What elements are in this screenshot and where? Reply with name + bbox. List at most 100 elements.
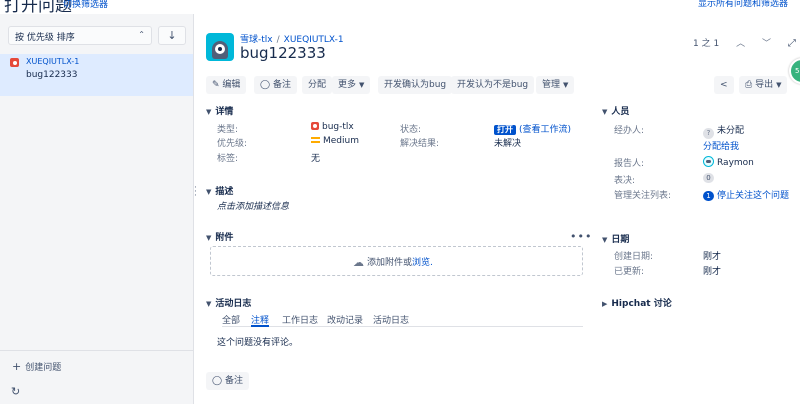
add-comment-button[interactable]: ◯ 备注 [206,372,249,390]
filter-switch-link[interactable]: 切换筛选器 [63,0,108,10]
type-value-text: bug-tlx [322,122,354,132]
sidebar-resize-handle[interactable]: · · · [194,184,197,201]
pager-position: 1 之 1 [693,39,720,49]
chevron-right-icon: ▶ [602,300,608,308]
description-heading: 描述 [215,187,234,197]
sort-controls: 按 优先级 排序 ⌃ ↓ [8,26,188,46]
chevron-down-icon: ▼ [563,81,569,89]
tab-all[interactable]: 全部 [222,313,240,327]
priority-medium-icon [311,137,320,143]
tab-worklog[interactable]: 工作日志 [282,313,318,327]
issue-pager: 1 之 1 ︿ ﹀ ⤢ [693,36,796,49]
chevron-down-icon: ▼ [359,81,365,89]
details-section-toggle[interactable]: ▼ 详情 [206,104,233,117]
browse-link[interactable]: 浏览. [412,258,433,268]
create-issue-button[interactable]: + 创建问题 [12,360,61,373]
created-label: 创建日期: [614,252,654,262]
hipchat-section-toggle[interactable]: ▶ Hipchat 讨论 [602,296,672,309]
dates-section-toggle[interactable]: ▼ 日期 [602,232,629,245]
pencil-icon: ✎ [212,80,223,90]
votes-value[interactable]: 0 [703,173,714,183]
chevron-down-icon[interactable]: ﹀ [762,36,771,49]
avatar: ? [703,128,714,139]
type-label: 类型: [217,125,239,135]
issue-summary: bug122333 [26,70,78,80]
refresh-icon[interactable]: ↻ [11,385,20,398]
priority-value[interactable]: Medium [311,136,359,146]
edit-button-label: 编辑 [222,80,241,90]
plus-icon: + [12,360,22,373]
chevron-up-icon[interactable]: ︿ [736,36,745,49]
share-button[interactable]: < [714,76,734,94]
comment-icon: ◯ [212,376,225,386]
assign-button[interactable]: 分配 [302,76,333,94]
confirm-bug-button[interactable]: 开发确认为bug [378,76,453,94]
dropzone-text: 添加附件或 [367,258,413,268]
resolution-value: 未解决 [494,139,522,149]
side-badge[interactable]: 57 [789,58,800,84]
attachments-section-toggle[interactable]: ▼ 附件 [206,230,233,243]
sort-direction-button[interactable]: ↓ [158,26,186,45]
list-item[interactable]: XUEQIUTLX-1 bug122333 [0,54,193,96]
priority-label: 优先级: [217,139,248,149]
status-value: 打开 (查看工作流) [494,122,571,135]
assignee-text: 未分配 [717,126,745,136]
attachments-menu-button[interactable]: ••• [570,230,592,243]
tags-label: 标签: [217,154,239,164]
watchers-count-badge[interactable]: 1 [703,191,714,201]
chevron-down-icon: ▼ [602,108,608,116]
tab-comments[interactable]: 注释 [251,313,270,327]
create-issue-label: 创建问题 [25,363,62,373]
chevron-up-down-icon: ⌃ [138,30,145,39]
tags-value[interactable]: 无 [311,151,320,164]
votes-count-badge: 0 [703,173,714,183]
edit-button[interactable]: ✎ 编辑 [206,76,247,94]
tab-activity[interactable]: 活动日志 [373,313,409,327]
expand-icon[interactable]: ⤢ [788,38,796,49]
cloud-upload-icon: ☁ [353,256,364,269]
assign-to-me-link[interactable]: 分配给我 [703,139,739,152]
people-section-toggle[interactable]: ▼ 人员 [602,104,629,117]
attachment-dropzone[interactable]: ☁ 添加附件或浏览. [210,246,583,276]
description-section-toggle[interactable]: ▼ 描述 [206,184,233,197]
export-button[interactable]: ⎙ 导出 ▼ [739,76,788,94]
view-workflow-link[interactable]: (查看工作流) [519,125,571,135]
more-button-label: 更多 [338,80,357,90]
activity-section-toggle[interactable]: ▼ 活动日志 [206,296,251,309]
chevron-down-icon: ▼ [206,234,212,242]
add-comment-label: 备注 [224,376,243,386]
stop-watching-link[interactable]: 停止关注这个问题 [717,191,789,201]
activity-heading: 活动日志 [215,299,252,309]
more-button[interactable]: 更多 ▼ [332,76,371,94]
view-all-filters-link[interactable]: 显示所有问题和筛选器 [698,0,788,9]
chevron-down-icon: ▼ [776,81,782,89]
resolution-label: 解决结果: [400,139,440,149]
type-value[interactable]: bug-tlx [311,122,354,132]
comment-button[interactable]: ◯ 备注 [254,76,297,94]
tab-history[interactable]: 改动记录 [327,313,363,327]
details-heading: 详情 [215,107,234,117]
assignee-value[interactable]: ? 未分配 [703,123,744,139]
project-avatar[interactable] [206,33,234,61]
description-placeholder[interactable]: 点击添加描述信息 [217,199,289,212]
page-title: 打开问题 [4,0,72,14]
issue-title[interactable]: bug122333 [240,44,326,62]
status-label: 状态: [400,125,422,135]
comment-button-label: 备注 [272,80,291,90]
issue-sidebar: 按 优先级 排序 ⌃ ↓ XUEQIUTLX-1 bug122333 + 创建问题… [0,14,194,404]
watchers-value: 1 停止关注这个问题 [703,188,789,201]
sort-select[interactable]: 按 优先级 排序 ⌃ [8,26,152,45]
dropzone-content: ☁ 添加附件或浏览. [353,255,433,269]
reporter-value[interactable]: Raymon [703,156,754,168]
export-button-label: 导出 [755,80,774,90]
top-strip: 打开问题 切换筛选器 显示所有问题和筛选器 [0,0,800,14]
dates-heading: 日期 [611,235,630,245]
chevron-down-icon: ▼ [602,236,608,244]
not-bug-button[interactable]: 开发认为不是bug [451,76,535,94]
votes-label: 表决: [614,176,636,186]
priority-value-text: Medium [323,136,359,146]
manage-button[interactable]: 管理 ▼ [536,76,575,94]
attachments-heading: 附件 [215,233,234,243]
created-value: 刚才 [703,252,722,262]
activity-tabs: 全部 注释 工作日志 改动记录 活动日志 [222,313,583,327]
